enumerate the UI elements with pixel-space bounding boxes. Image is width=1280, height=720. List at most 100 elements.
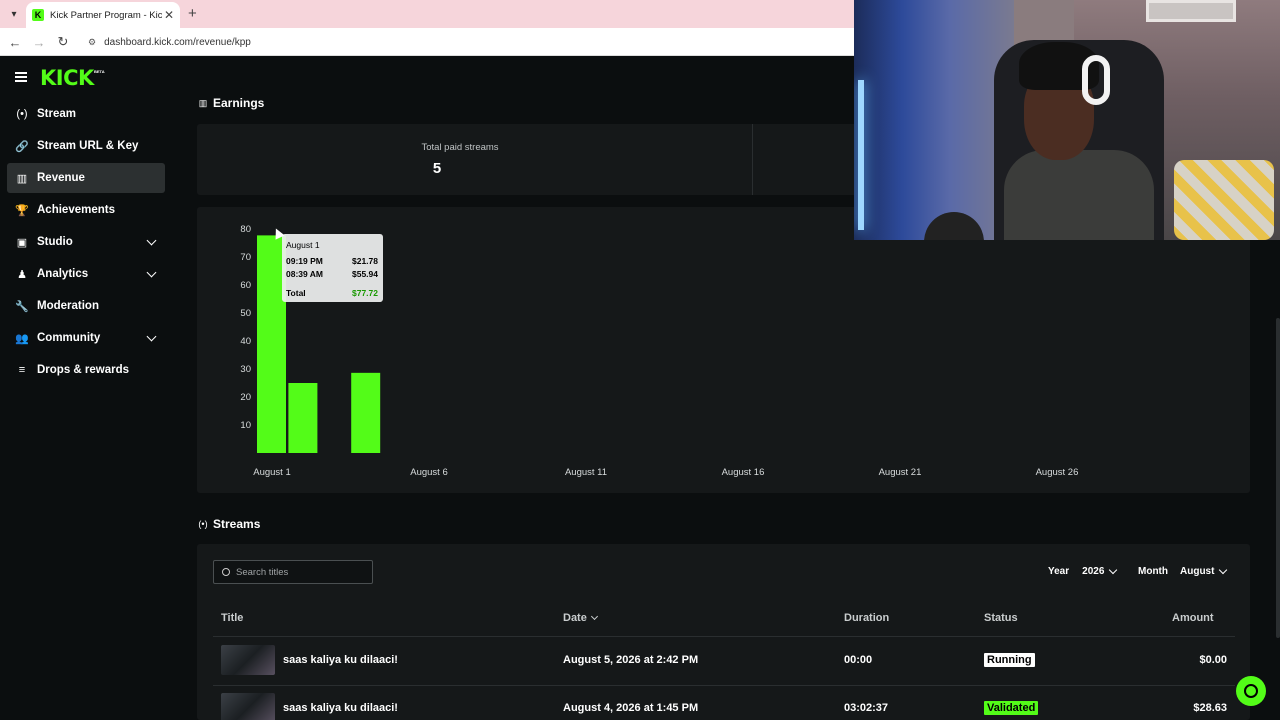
new-tab-plus-icon[interactable]: + [188, 5, 197, 22]
broadcast-icon: (•) [198, 519, 208, 529]
month-label: Month [1138, 566, 1168, 577]
menu-hamburger-icon[interactable] [15, 72, 27, 82]
kick-favicon-icon: K [32, 9, 44, 21]
tooltip-row-value: $21.78 [352, 256, 378, 266]
y-tick-label: 20 [240, 392, 251, 403]
sidebar-item-community[interactable]: 👥 Community [7, 323, 165, 353]
month-filter[interactable]: Month August [1138, 565, 1228, 577]
total-paid-streams-label: Total paid streams [421, 142, 499, 153]
stream-thumbnail [221, 693, 275, 720]
x-tick-label: August 11 [565, 467, 607, 478]
sidebar-item-label: Community [37, 332, 101, 344]
y-tick-label: 60 [240, 280, 251, 291]
analytics-icon: ♟ [17, 268, 27, 281]
sidebar-item-label: Drops & rewards [37, 364, 130, 376]
x-tick-label: August 1 [253, 467, 291, 478]
row-duration: 03:02:37 [844, 702, 889, 714]
sidebar-item-label: Studio [37, 236, 73, 248]
sidebar-item-drops-rewards[interactable]: ≡ Drops & rewards [7, 355, 165, 385]
status-badge: Validated [984, 701, 1039, 715]
month-value: August [1180, 566, 1215, 577]
webcam-picture-frame [1146, 0, 1236, 22]
y-tick-label: 30 [240, 364, 251, 375]
chart-icon: ▥ [16, 172, 28, 185]
sidebar-item-moderation[interactable]: 🔧 Moderation [7, 291, 165, 321]
column-header-date-label: Date [563, 612, 587, 624]
stream-thumbnail [221, 645, 275, 675]
column-header-duration[interactable]: Duration [844, 612, 889, 624]
sidebar-item-stream[interactable]: (•) Stream [7, 99, 165, 129]
column-header-date[interactable]: Date [563, 612, 598, 624]
column-header-title[interactable]: Title [221, 612, 243, 624]
url-text: dashboard.kick.com/revenue/kpp [104, 36, 251, 48]
sidebar-item-label: Analytics [37, 268, 89, 280]
people-icon: 👥 [15, 332, 29, 345]
row-amount: $28.63 [1193, 702, 1227, 714]
chart-bar[interactable] [351, 372, 381, 453]
y-tick-label: 40 [240, 336, 251, 347]
tooltip-total-value: $77.72 [352, 288, 378, 298]
webcam-pillow [1174, 160, 1274, 240]
sidebar-item-label: Moderation [37, 300, 99, 312]
link-icon: 🔗 [15, 140, 29, 153]
tab-search-chevron-icon[interactable]: ▾ [6, 6, 22, 22]
column-header-amount[interactable]: Amount [1172, 612, 1214, 624]
streams-header: (•) Streams [198, 517, 260, 531]
kick-logo[interactable]: KICK [40, 66, 94, 90]
chevron-down-icon [1109, 565, 1118, 575]
sidebar-item-stream-url-key[interactable]: 🔗 Stream URL & Key [7, 131, 165, 161]
webcam-overlay [854, 0, 1280, 240]
chart-icon: ▥ [198, 97, 208, 108]
search-icon [222, 568, 230, 576]
help-chat-button[interactable] [1236, 676, 1266, 706]
x-tick-label: August 16 [722, 467, 765, 478]
x-tick-label: August 21 [879, 467, 922, 478]
total-paid-streams-value: 5 [432, 160, 442, 177]
sidebar-item-label: Stream URL & Key [37, 140, 139, 152]
chart-bar[interactable] [288, 383, 318, 453]
row-amount: $0.00 [1199, 654, 1227, 666]
x-tick-label: August 26 [1036, 467, 1079, 478]
row-date: August 5, 2026 at 2:42 PM [563, 654, 699, 666]
page-scrollbar[interactable] [1276, 318, 1280, 638]
y-tick-label: 80 [240, 224, 251, 235]
stat-divider [752, 124, 753, 195]
reload-icon[interactable]: ↻ [54, 33, 72, 51]
tab-title: Kick Partner Program - Kick Da [50, 9, 162, 21]
site-info-icon[interactable]: ⚙ [88, 37, 96, 48]
forward-arrow-icon[interactable]: → [30, 33, 48, 51]
broadcast-icon: (•) [16, 108, 28, 120]
chevron-down-icon [146, 267, 157, 278]
sidebar-item-revenue[interactable]: ▥ Revenue [7, 163, 165, 193]
table-row[interactable]: saas kaliya ku dilaaci! August 4, 2026 a… [213, 685, 1235, 720]
search-box[interactable] [213, 560, 373, 584]
year-value: 2026 [1082, 566, 1105, 577]
row-duration: 00:00 [844, 654, 873, 666]
browser-tab[interactable]: K Kick Partner Program - Kick Da ✕ [26, 2, 180, 28]
url-field[interactable]: ⚙ dashboard.kick.com/revenue/kpp [82, 32, 882, 52]
back-arrow-icon[interactable]: ← [6, 33, 24, 51]
chart-tooltip: August 1 09:19 PM $21.78 08:39 AM $55.94… [282, 234, 383, 302]
tooltip-title: August 1 [286, 240, 320, 250]
row-date: August 4, 2026 at 1:45 PM [563, 702, 699, 714]
status-badge: Running [984, 653, 1035, 667]
tooltip-row: 09:19 PM $21.78 [286, 256, 378, 266]
wrench-icon: 🔧 [15, 300, 29, 313]
beta-badge: BETA [94, 69, 105, 74]
sidebar-item-analytics[interactable]: ♟ Analytics [7, 259, 165, 289]
earnings-title: Earnings [213, 96, 265, 110]
search-input[interactable] [236, 566, 366, 578]
studio-icon: ▣ [16, 236, 28, 249]
year-label: Year [1048, 566, 1070, 577]
sidebar-item-achievements[interactable]: 🏆 Achievements [7, 195, 165, 225]
year-filter[interactable]: Year 2026 [1048, 565, 1118, 577]
y-tick-label: 70 [240, 252, 251, 263]
sidebar-item-studio[interactable]: ▣ Studio [7, 227, 165, 257]
earnings-header: ▥ Earnings [198, 96, 265, 110]
streams-title: Streams [213, 517, 261, 531]
tab-close-icon[interactable]: ✕ [164, 8, 174, 22]
column-header-status[interactable]: Status [984, 612, 1018, 624]
table-row[interactable]: saas kaliya ku dilaaci! August 5, 2026 a… [213, 637, 1235, 685]
sort-chevron-icon [590, 612, 598, 621]
chevron-down-icon [1219, 565, 1228, 575]
